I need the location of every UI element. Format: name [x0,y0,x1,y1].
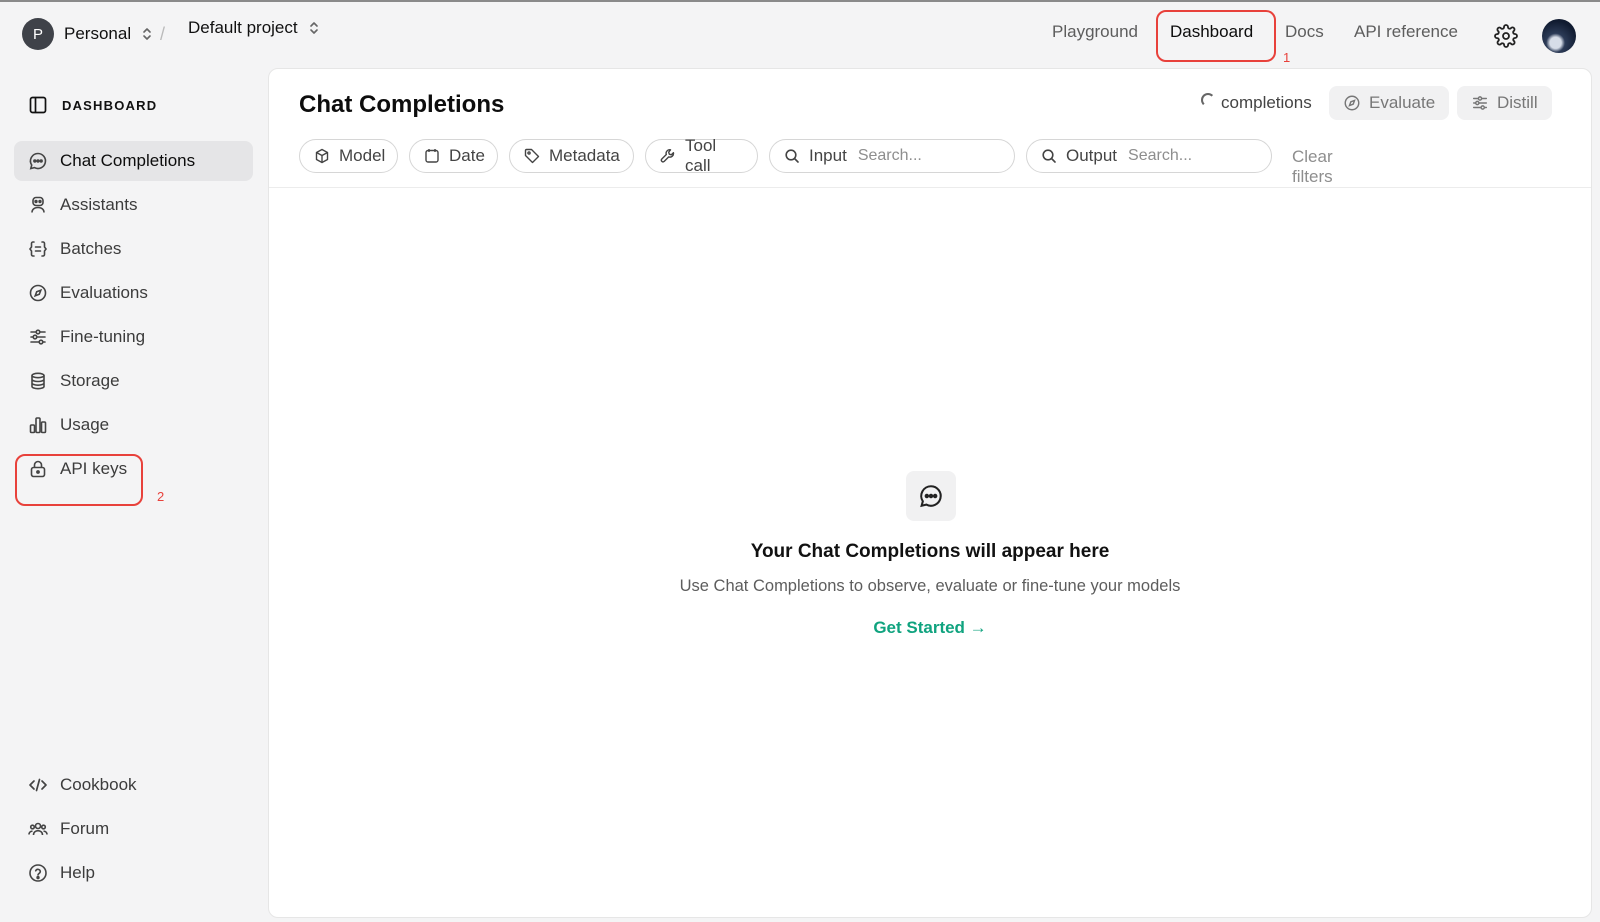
sidebar-item-help[interactable]: Help [14,853,253,893]
nav-docs-link[interactable]: Docs [1285,22,1324,42]
sidebar-item-label: Storage [60,371,120,390]
distill-button[interactable]: Distill [1457,86,1552,120]
evaluate-label: Evaluate [1369,93,1436,112]
sidebar-item-cookbook[interactable]: Cookbook [14,765,253,805]
input-search-field[interactable]: Input Search... [769,139,1015,173]
sidebar-heading[interactable]: DASHBOARD [28,95,157,115]
sidebar-item-label: Chat Completions [60,151,196,170]
clear-filters-button[interactable]: Clear filters [1292,147,1333,187]
empty-state-icon [906,471,956,521]
project-name: Default project [188,18,298,37]
sidebar-item-forum[interactable]: Forum [14,809,253,849]
robot-icon [31,196,45,213]
input-label: Input [809,146,847,165]
sidebar-item-label: Evaluations [60,283,148,302]
input-placeholder[interactable]: Search... [858,147,922,165]
workspace-switcher[interactable]: P Personal [22,18,153,50]
get-started-link[interactable]: Get Started → [269,618,1591,638]
compass-icon [29,284,47,302]
header-divider [269,187,1591,188]
output-label: Output [1066,146,1118,165]
chevron-up-down-icon [143,28,151,40]
annotation-box-api-keys [15,454,143,506]
search-icon [785,149,799,163]
tag-icon [524,148,540,164]
completions-status: completions [1221,93,1312,112]
sidebar-item-label: Fine-tuning [60,327,146,346]
cube-icon [315,148,329,164]
sidebar-item-label: Help [60,863,95,882]
output-search-field[interactable]: Output Search... [1026,139,1272,173]
user-avatar[interactable] [1542,19,1576,53]
wrench-icon [660,149,675,163]
model-filter-chip[interactable]: Model [299,139,398,173]
annotation-box-dashboard [1156,10,1276,62]
chip-label: Date [449,146,485,165]
chat-icon [29,152,47,170]
sidebar-item-evaluations[interactable]: Evaluations [14,273,253,313]
main-panel: Chat Completions completions Evaluate Di… [268,68,1592,918]
sidebar-item-chat-completions[interactable]: Chat Completions [14,141,253,181]
help-icon [29,864,47,882]
chat-icon [920,485,942,508]
chevron-up-down-icon [309,22,318,34]
sidebar-item-assistants[interactable]: Assistants [14,185,253,225]
sidebar-item-label: Usage [60,415,110,434]
people-icon [28,822,48,836]
annotation-number-1: 1 [1283,50,1291,65]
sidebar-item-storage[interactable]: Storage [14,361,253,401]
nav-api-reference-link[interactable]: API reference [1354,22,1458,42]
bar-chart-icon [29,417,47,434]
output-placeholder[interactable]: Search... [1128,147,1192,165]
sidebar-heading-label: DASHBOARD [62,97,158,113]
empty-state-subtitle: Use Chat Completions to observe, evaluat… [679,577,1181,595]
compass-icon [1344,95,1360,111]
sidebar-item-batches[interactable]: Batches [14,229,253,269]
loading-spinner-icon [1201,93,1215,107]
project-switcher[interactable]: Default project [188,18,320,38]
database-icon [31,372,45,390]
annotation-number-2: 2 [157,489,165,504]
page-title: Chat Completions [299,91,505,118]
workspace-name: Personal [64,24,132,43]
braces-icon [29,241,47,257]
breadcrumb-separator: / [160,24,166,44]
distill-label: Distill [1497,93,1538,112]
search-icon [1042,149,1056,163]
top-header: P Personal / Default project Playground … [0,2,1600,68]
sidebar-toggle-icon [29,96,47,114]
date-filter-chip[interactable]: Date [409,139,498,173]
workspace-avatar: P [22,18,54,50]
sidebar-item-fine-tuning[interactable]: Fine-tuning [14,317,253,357]
chip-label: Model [339,146,386,165]
sliders-icon [30,329,46,345]
sidebar-item-usage[interactable]: Usage [14,405,253,445]
sidebar-item-label: Cookbook [60,775,137,794]
metadata-filter-chip[interactable]: Metadata [509,139,634,173]
calendar-icon [425,149,439,163]
sidebar-item-label: Forum [60,819,110,838]
chip-label: Metadata [549,146,620,165]
sidebar-item-label: Assistants [60,195,138,214]
empty-state-title: Your Chat Completions will appear here [750,541,1110,562]
nav-playground-link[interactable]: Playground [1052,22,1138,42]
sliders-icon [1472,96,1488,110]
sidebar-item-label: Batches [60,239,122,258]
gear-icon[interactable] [1494,24,1518,48]
code-icon [29,778,47,792]
evaluate-button[interactable]: Evaluate [1329,86,1450,120]
tool-call-filter-chip[interactable]: Tool call [645,136,758,175]
chip-label: Tool call [685,136,717,175]
